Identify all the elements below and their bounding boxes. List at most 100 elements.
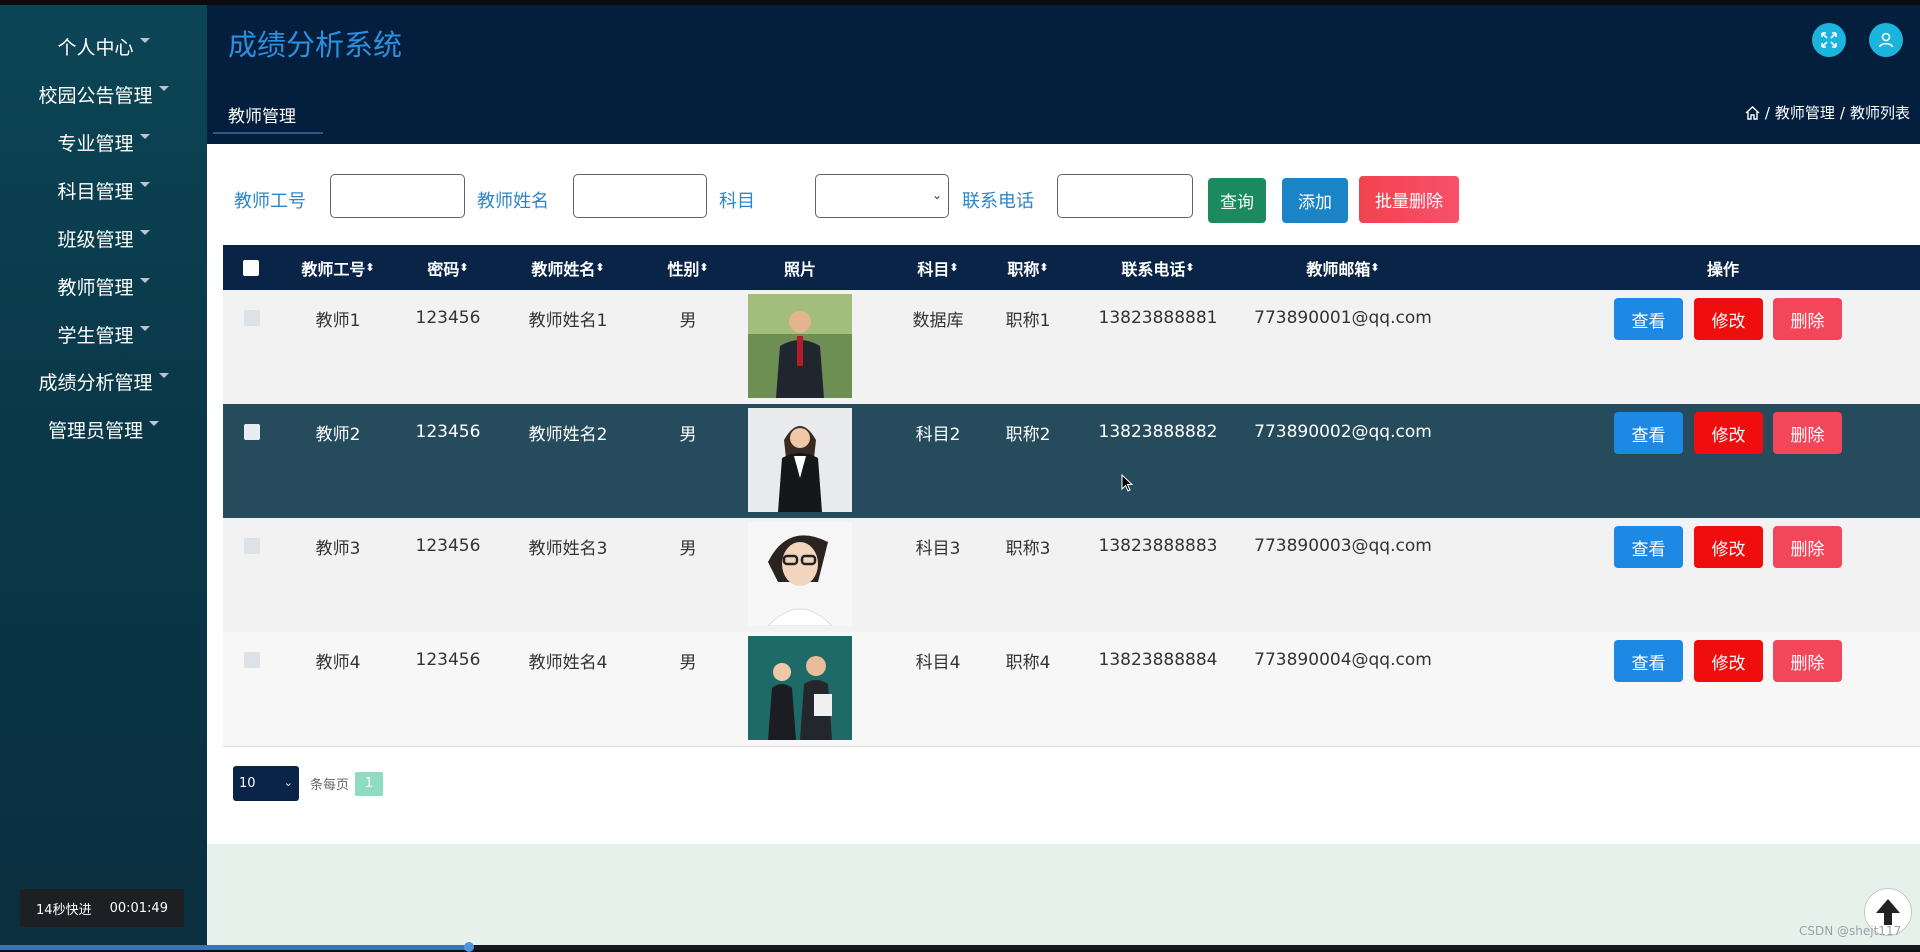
teacher-photo[interactable] bbox=[748, 522, 852, 626]
cell-teacher-name: 教师姓名2 bbox=[528, 424, 608, 445]
cell-teacher-name: 教师姓名3 bbox=[528, 538, 608, 559]
delete-button[interactable]: 删除 bbox=[1773, 640, 1842, 682]
table-row[interactable]: 教师2 123456 教师姓名2 男 科目2 职称2 13823888882 7… bbox=[223, 404, 1920, 519]
sidebar-item-label: 管理员管理 bbox=[47, 419, 143, 442]
add-button[interactable]: 添加 bbox=[1282, 178, 1348, 223]
sort-icon: ⬍ bbox=[1039, 261, 1049, 274]
sidebar-item-profile[interactable]: 个人中心 bbox=[0, 27, 207, 65]
caret-down-icon bbox=[158, 372, 169, 378]
cell-phone: 13823888882 bbox=[1098, 422, 1218, 442]
sort-icon: ⬍ bbox=[365, 261, 375, 274]
row-checkbox[interactable] bbox=[244, 538, 260, 554]
chevron-down-icon: ⌄ bbox=[931, 188, 942, 202]
cell-email: 773890001@qq.com bbox=[1254, 308, 1432, 328]
sort-icon: ⬍ bbox=[1185, 261, 1195, 274]
col-title[interactable]: 职称 ⬍ bbox=[988, 245, 1068, 290]
sidebar-item-majors[interactable]: 专业管理 bbox=[0, 123, 207, 161]
watermark: CSDN @shejt117 bbox=[1799, 924, 1902, 938]
col-phone[interactable]: 联系电话 ⬍ bbox=[1083, 245, 1233, 290]
col-email[interactable]: 教师邮箱 ⬍ bbox=[1243, 245, 1443, 290]
select-all-checkbox[interactable] bbox=[243, 259, 259, 276]
cell-password: 123456 bbox=[415, 650, 481, 670]
per-page-label: 条每页 bbox=[310, 778, 350, 793]
cell-subject: 数据库 bbox=[912, 310, 964, 331]
sidebar-item-teachers[interactable]: 教师管理 bbox=[0, 267, 207, 305]
edit-button[interactable]: 修改 bbox=[1694, 640, 1763, 682]
col-gender[interactable]: 性别 ⬍ bbox=[643, 245, 733, 290]
home-icon[interactable] bbox=[1745, 105, 1760, 120]
sidebar: 个人中心 校园公告管理 专业管理 科目管理 班级管理 教师管理 学生管理 成绩分… bbox=[0, 5, 207, 945]
query-button[interactable]: 查询 bbox=[1208, 178, 1266, 223]
col-label: 操作 bbox=[1706, 259, 1739, 279]
video-time: 00:01:49 bbox=[109, 900, 168, 916]
cell-password: 123456 bbox=[415, 536, 481, 556]
sidebar-item-students[interactable]: 学生管理 bbox=[0, 315, 207, 353]
teacher-name-label: 教师姓名 bbox=[477, 191, 549, 212]
col-label: 照片 bbox=[783, 259, 816, 279]
teacher-photo[interactable] bbox=[748, 636, 852, 740]
table-row[interactable]: 教师3 123456 教师姓名3 男 科目3 职称3 13823888883 7… bbox=[223, 518, 1920, 633]
video-skip-overlay[interactable]: 14秒快进 00:01:49 bbox=[20, 889, 184, 927]
row-checkbox[interactable] bbox=[244, 652, 260, 668]
row-checkbox[interactable] bbox=[244, 310, 260, 326]
sidebar-item-notices[interactable]: 校园公告管理 bbox=[0, 75, 207, 113]
caret-down-icon bbox=[149, 420, 159, 426]
teacher-photo[interactable] bbox=[748, 294, 852, 398]
cell-subject: 科目2 bbox=[915, 424, 961, 445]
batch-delete-button[interactable]: 批量删除 bbox=[1359, 176, 1459, 223]
pagination: 10 ⌄ 条每页 1 bbox=[233, 766, 384, 801]
breadcrumb-item[interactable]: 教师管理 bbox=[1775, 102, 1835, 123]
edit-button[interactable]: 修改 bbox=[1694, 526, 1763, 568]
col-subject[interactable]: 科目 ⬍ bbox=[883, 245, 993, 290]
cell-email: 773890003@qq.com bbox=[1254, 536, 1432, 556]
phone-input[interactable] bbox=[1057, 174, 1193, 218]
teacher-id-input[interactable] bbox=[330, 174, 465, 218]
table-header: 教师工号 ⬍ 密码 ⬍ 教师姓名 ⬍ 性别 ⬍ 照片 科目 ⬍ 职称 ⬍ 联系电话 ⬍ 教师邮… bbox=[223, 245, 1920, 290]
sidebar-item-label: 校园公告管理 bbox=[38, 84, 153, 107]
subject-select[interactable]: ⌄ bbox=[815, 174, 949, 218]
delete-button[interactable]: 删除 bbox=[1773, 298, 1842, 340]
app-title: 成绩分析系统 bbox=[228, 28, 403, 62]
edit-button[interactable]: 修改 bbox=[1694, 298, 1763, 340]
cell-email: 773890004@qq.com bbox=[1254, 650, 1432, 670]
header: 成绩分析系统 教师管理 / 教师管理 / 教师列表 bbox=[207, 5, 1920, 144]
table-row[interactable]: 教师1 123456 教师姓名1 男 数据库 职称1 13823888881 7… bbox=[223, 290, 1920, 405]
cell-phone: 13823888884 bbox=[1098, 650, 1218, 670]
cell-title: 职称4 bbox=[1005, 652, 1051, 673]
table-row[interactable]: 教师4 123456 教师姓名4 男 科目4 职称4 13823888884 7… bbox=[223, 632, 1920, 747]
tab-teacher-management[interactable]: 教师管理 bbox=[213, 97, 323, 134]
cell-gender: 男 bbox=[679, 538, 697, 559]
col-label: 职称 bbox=[1007, 259, 1040, 279]
caret-down-icon bbox=[139, 325, 150, 331]
sidebar-item-admins[interactable]: 管理员管理 bbox=[0, 410, 207, 448]
col-password[interactable]: 密码 ⬍ bbox=[393, 245, 503, 290]
fullscreen-icon[interactable] bbox=[1812, 23, 1846, 57]
delete-button[interactable]: 删除 bbox=[1773, 526, 1842, 568]
view-button[interactable]: 查看 bbox=[1614, 640, 1683, 682]
progress-knob[interactable] bbox=[464, 942, 474, 952]
arrow-up-icon bbox=[1876, 899, 1900, 925]
cell-teacher-id: 教师4 bbox=[315, 652, 361, 673]
cell-subject: 科目3 bbox=[915, 538, 961, 559]
view-button[interactable]: 查看 bbox=[1614, 298, 1683, 340]
cell-teacher-id: 教师1 bbox=[315, 310, 361, 331]
sidebar-item-subjects[interactable]: 科目管理 bbox=[0, 171, 207, 209]
page-number-current[interactable]: 1 bbox=[355, 771, 384, 796]
view-button[interactable]: 查看 bbox=[1614, 412, 1683, 454]
row-checkbox[interactable] bbox=[244, 424, 260, 440]
teacher-name-input[interactable] bbox=[573, 174, 707, 218]
col-teacher-name[interactable]: 教师姓名 ⬍ bbox=[503, 245, 633, 290]
teacher-photo[interactable] bbox=[748, 408, 852, 512]
cell-email: 773890002@qq.com bbox=[1254, 422, 1432, 442]
sidebar-item-classes[interactable]: 班级管理 bbox=[0, 219, 207, 257]
page-size-select[interactable]: 10 ⌄ bbox=[233, 766, 299, 801]
delete-button[interactable]: 删除 bbox=[1773, 412, 1842, 454]
edit-button[interactable]: 修改 bbox=[1694, 412, 1763, 454]
user-icon[interactable] bbox=[1869, 23, 1903, 57]
sidebar-item-score-analysis[interactable]: 成绩分析管理 bbox=[0, 362, 207, 400]
sidebar-item-label: 学生管理 bbox=[57, 324, 134, 347]
view-button[interactable]: 查看 bbox=[1614, 526, 1683, 568]
col-photo: 照片 bbox=[748, 245, 852, 290]
video-progress-bar[interactable] bbox=[0, 942, 1920, 952]
col-teacher-id[interactable]: 教师工号 ⬍ bbox=[283, 245, 393, 290]
